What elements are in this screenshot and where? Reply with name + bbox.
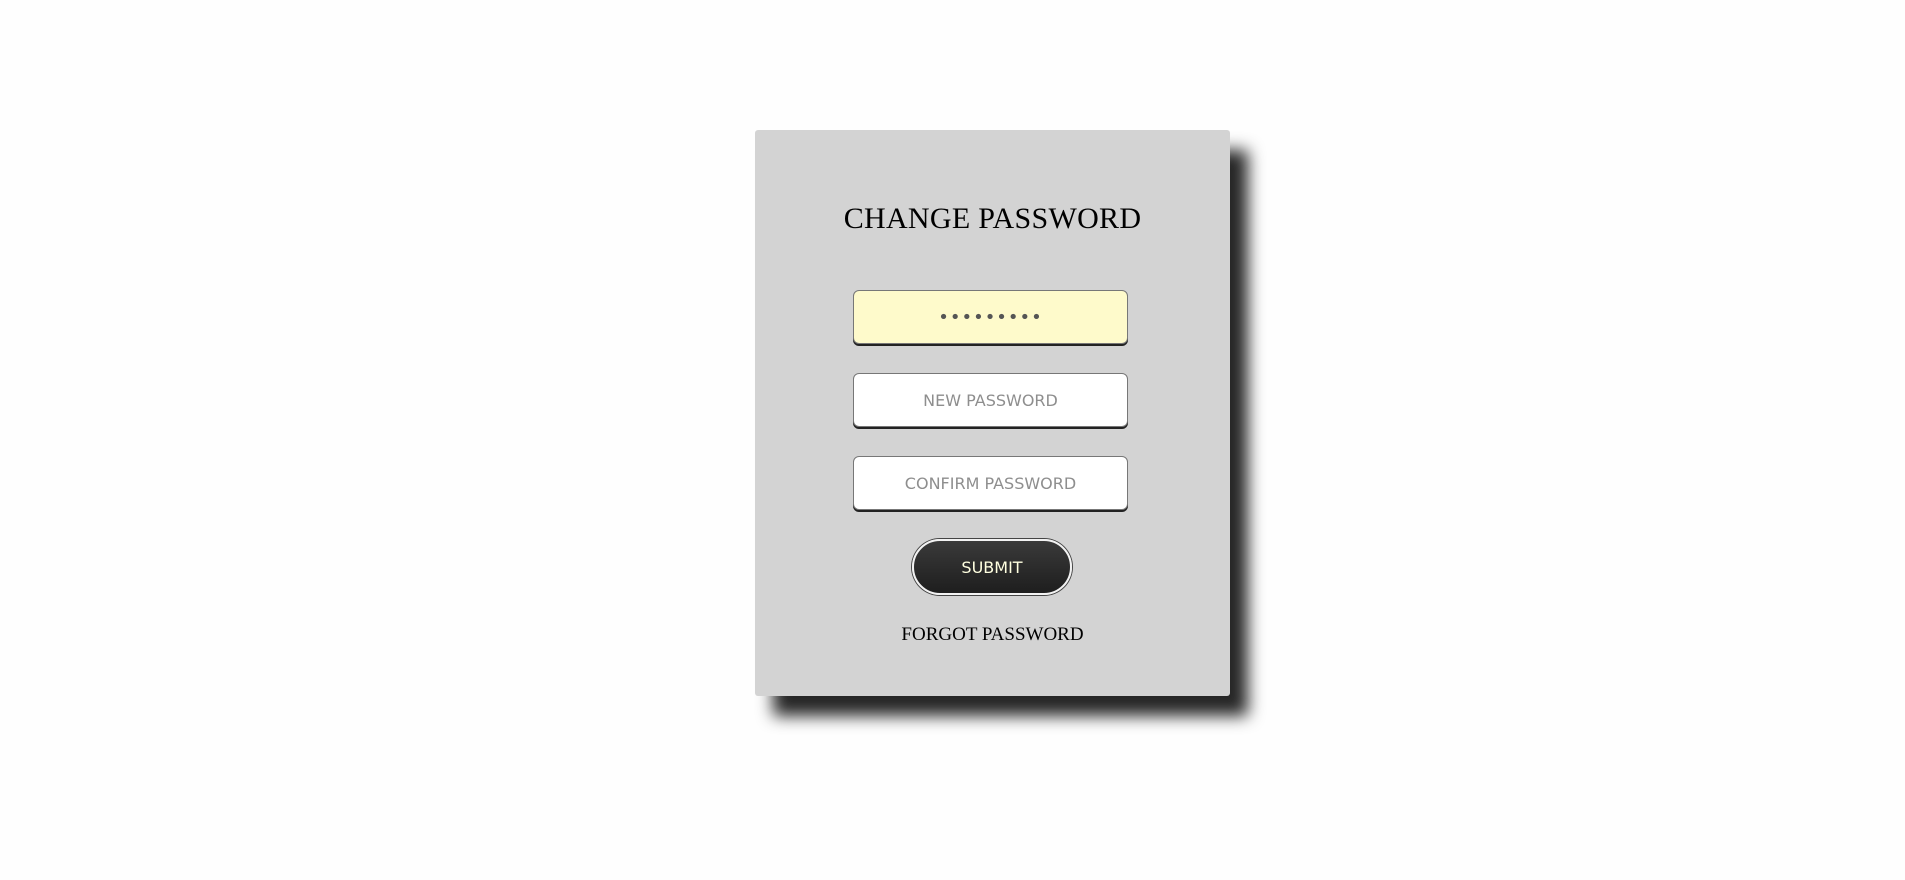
new-password-field[interactable]	[853, 373, 1128, 427]
change-password-card: CHANGE PASSWORD SUBMIT FORGOT PASSWORD	[755, 130, 1230, 696]
current-password-field[interactable]	[853, 290, 1128, 344]
submit-button[interactable]: SUBMIT	[912, 539, 1072, 595]
page-title: CHANGE PASSWORD	[843, 202, 1142, 235]
forgot-password-link[interactable]: FORGOT PASSWORD	[755, 624, 1230, 646]
confirm-password-field[interactable]	[853, 456, 1128, 510]
